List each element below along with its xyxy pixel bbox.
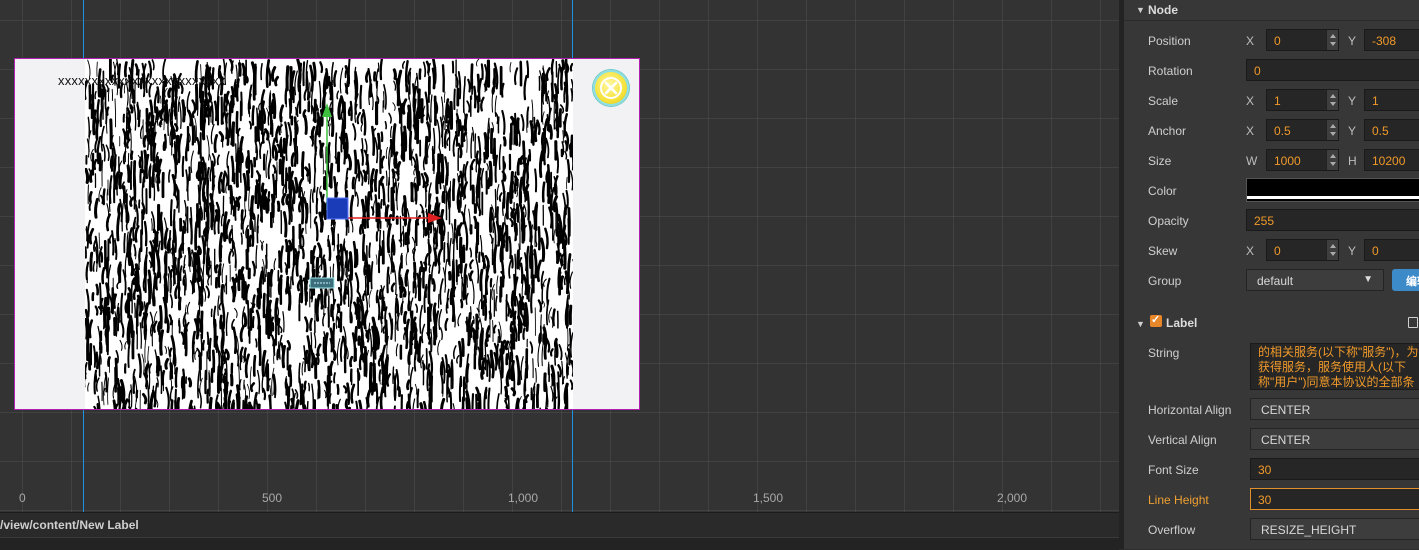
font-size-label: Font Size [1148,463,1199,477]
dropdown-arrow-icon: ▼ [1363,274,1373,285]
collapse-triangle-icon[interactable]: ▼ [1136,319,1145,329]
collapse-triangle-icon[interactable]: ▼ [1136,5,1145,15]
horizontal-align-select[interactable]: CENTER [1250,398,1419,420]
size-width-input[interactable]: 1000 [1266,149,1339,171]
node-section-title: Node [1148,3,1178,17]
anchor-row: Anchor X 0.5 Y 0.5 [1124,118,1419,144]
opacity-label: Opacity [1148,214,1189,228]
horizontal-align-row: Horizontal Align CENTER [1124,397,1419,423]
size-height-input[interactable]: 10200 [1364,149,1419,171]
ruler-tick-1000: 1,000 [508,491,539,505]
line-height-label: Line Height [1148,493,1209,507]
anchor-label: Anchor [1148,124,1187,138]
anchor-y-input[interactable]: 0.5 [1364,119,1419,141]
skew-label: Skew [1148,244,1178,258]
overflow-row: Overflow RESIZE_HEIGHT [1124,517,1419,543]
group-edit-button[interactable]: 编辑 [1392,269,1419,291]
skew-x-input[interactable]: 0 [1266,239,1339,261]
bottom-panel-strip [0,537,1119,550]
scale-row: Scale X 1 Y 1 [1124,88,1419,114]
position-label: Position [1148,34,1191,48]
spinner-icon [1326,30,1338,50]
vertical-align-select[interactable]: CENTER [1250,428,1419,450]
line-height-input[interactable]: 30 [1250,488,1419,510]
skew-row: Skew X 0 Y 0 [1124,238,1419,264]
y-axis-arrow [322,103,332,117]
size-label: Size [1148,154,1172,168]
scale-y-axis-label: Y [1348,94,1357,108]
scale-x-axis-label: X [1246,94,1255,108]
horizontal-align-label: Horizontal Align [1148,403,1232,417]
scale-y-input[interactable]: 1 [1364,89,1419,111]
opacity-input[interactable]: 255 [1246,209,1419,231]
font-size-input[interactable]: 30 [1250,458,1419,480]
group-row: Group default▼ 编辑 [1124,268,1419,294]
anchor-x-input[interactable]: 0.5 [1266,119,1339,141]
color-label: Color [1148,184,1177,198]
skew-y-input[interactable]: 0 [1364,239,1419,261]
position-x-input[interactable]: 0 [1266,29,1339,51]
node-path: /view/content/New Label [0,518,139,532]
overflow-label: Overflow [1148,523,1196,537]
vertical-align-label: Vertical Align [1148,433,1217,447]
ruler-tick-0: 0 [19,491,26,505]
size-w-axis-label: W [1246,154,1258,168]
group-select[interactable]: default ▼ [1246,269,1384,291]
string-line-2: 获得服务，服务使用人(以下 [1258,360,1406,374]
string-label: String [1148,346,1180,360]
rotation-row: Rotation 0 [1124,58,1419,84]
scale-label: Scale [1148,94,1179,108]
rotation-input[interactable]: 0 [1246,59,1419,81]
label-section-title: Label [1166,316,1198,330]
spinner-icon [1326,120,1338,140]
help-book-icon[interactable] [1408,317,1418,328]
spinner-icon [1326,90,1338,110]
ruler-tick-1500: 1,500 [753,491,784,505]
inspector-panel: ▼ Node Position X 0 Y -308 Rotation 0 Sc… [1119,0,1419,549]
size-h-axis-label: H [1348,154,1357,168]
anchor-x-axis-label: X [1246,124,1255,138]
spinner-icon [1326,240,1338,260]
scale-x-input[interactable]: 1 [1266,89,1339,111]
string-textarea[interactable]: 的相关服务(以下称"服务")，为 获得服务，服务使用人(以下 称"用户")同意本… [1250,343,1419,390]
position-y-axis-label: Y [1348,34,1357,48]
vertical-align-row: Vertical Align CENTER [1124,427,1419,453]
position-x-axis-label: X [1246,34,1255,48]
x-axis-arrow [428,213,442,223]
spinner-icon [1326,150,1338,170]
anchor-y-axis-label: Y [1348,124,1357,138]
skew-x-axis-label: X [1246,244,1255,258]
ruler-tick-2000: 2,000 [997,491,1028,505]
move-handle [326,197,349,220]
node-path-bar: /view/content/New Label [0,512,1119,538]
group-label: Group [1148,274,1182,288]
label-section-header[interactable]: ▼ Label [1124,313,1419,335]
scene-view[interactable]: xxxxxxxxxxxxxxxxxxxxxxxxx 0 500 1,000 1,… [0,0,1119,512]
position-y-input[interactable]: -308 [1364,29,1419,51]
color-swatch[interactable] [1246,178,1419,202]
overflow-select[interactable]: RESIZE_HEIGHT [1250,518,1419,540]
node-section-header[interactable]: ▼ Node [1124,1,1419,21]
opacity-row: Opacity 255 [1124,208,1419,234]
position-row: Position X 0 Y -308 [1124,28,1419,54]
color-row: Color [1124,178,1419,204]
size-row: Size W 1000 H 10200 [1124,148,1419,174]
label-enabled-checkbox[interactable] [1150,313,1162,327]
string-line-3: 称"用户")同意本协议的全部条 [1258,375,1415,389]
font-size-row: Font Size 30 [1124,457,1419,483]
ruler-tick-500: 500 [262,491,283,505]
rotation-label: Rotation [1148,64,1193,78]
string-line-1: 的相关服务(以下称"服务")，为 [1258,345,1419,359]
skew-y-axis-label: Y [1348,244,1357,258]
transform-gizmo[interactable] [0,0,1119,512]
line-height-row: Line Height 30 [1124,487,1419,513]
